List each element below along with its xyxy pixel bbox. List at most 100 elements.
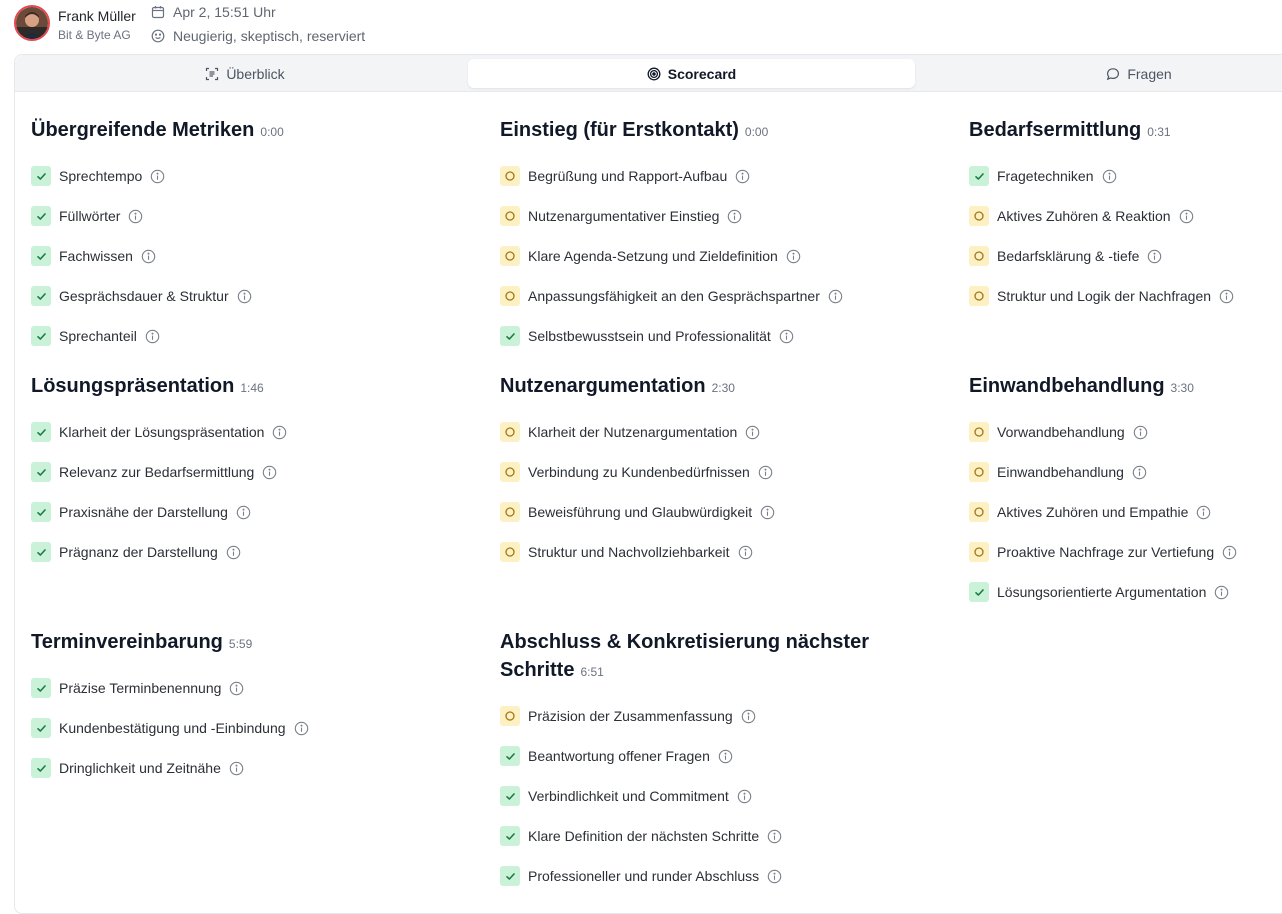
- check-icon: [31, 718, 51, 738]
- criterion-item: Beantwortung offener Fragen: [500, 736, 870, 776]
- info-icon[interactable]: [1222, 545, 1237, 560]
- section-title: Abschluss & Konkretisierung nächster Sch…: [500, 628, 870, 686]
- info-icon[interactable]: [718, 749, 733, 764]
- criterion-label: Struktur und Logik der Nachfragen: [997, 288, 1212, 304]
- info-icon[interactable]: [738, 545, 753, 560]
- section-title-text: Einstieg (für Erstkontakt): [500, 119, 739, 141]
- section-timestamp[interactable]: 5:59: [229, 637, 252, 651]
- criteria-list: Präzision der Zusammenfassung Beantwortun…: [500, 696, 870, 896]
- info-icon[interactable]: [786, 249, 801, 264]
- info-icon[interactable]: [294, 721, 309, 736]
- info-icon[interactable]: [272, 425, 287, 440]
- info-icon[interactable]: [767, 829, 782, 844]
- info-icon[interactable]: [237, 289, 252, 304]
- criterion-item: Klarheit der Lösungspräsentation: [31, 412, 461, 452]
- section-title-text: Lösungspräsentation: [31, 375, 235, 397]
- criterion-item: Einwandbehandlung: [969, 452, 1279, 492]
- info-icon[interactable]: [226, 545, 241, 560]
- criterion-label: Verbindlichkeit und Commitment: [528, 788, 729, 804]
- criterion-item: Fragetechniken: [969, 156, 1279, 196]
- scorecard-section: Abschluss & Konkretisierung nächster Sch…: [500, 628, 870, 896]
- criterion-item: Fachwissen: [31, 236, 461, 276]
- avatar[interactable]: [14, 5, 50, 41]
- section-title-text: Übergreifende Metriken: [31, 119, 255, 141]
- info-icon[interactable]: [828, 289, 843, 304]
- criterion-item: Bedarfsklärung & -tiefe: [969, 236, 1279, 276]
- criterion-item: Proaktive Nachfrage zur Vertiefung: [969, 532, 1279, 572]
- pending-circle-icon: [969, 286, 989, 306]
- info-icon[interactable]: [128, 209, 143, 224]
- pending-circle-icon: [500, 502, 520, 522]
- info-icon[interactable]: [141, 249, 156, 264]
- section-title-text: Abschluss & Konkretisierung nächster Sch…: [500, 631, 869, 681]
- section-timestamp[interactable]: 1:46: [240, 381, 263, 395]
- info-icon[interactable]: [150, 169, 165, 184]
- info-icon[interactable]: [145, 329, 160, 344]
- info-icon[interactable]: [745, 425, 760, 440]
- pending-circle-icon: [500, 206, 520, 226]
- criterion-item: Kundenbestätigung und -Einbindung: [31, 708, 461, 748]
- info-icon[interactable]: [737, 789, 752, 804]
- tab-scorecard[interactable]: Scorecard: [468, 59, 915, 88]
- info-icon[interactable]: [741, 709, 756, 724]
- info-icon[interactable]: [760, 505, 775, 520]
- pending-circle-icon: [969, 542, 989, 562]
- info-icon[interactable]: [1133, 425, 1148, 440]
- criterion-label: Aktives Zuhören & Reaktion: [997, 208, 1171, 224]
- check-icon: [31, 678, 51, 698]
- check-icon: [31, 326, 51, 346]
- contact-name: Frank Müller: [58, 8, 136, 24]
- section-title: Terminvereinbarung 5:59: [31, 628, 461, 658]
- criteria-list: Klarheit der Lösungspräsentation Relevanz…: [31, 412, 461, 572]
- info-icon[interactable]: [1132, 465, 1147, 480]
- info-icon[interactable]: [1147, 249, 1162, 264]
- info-icon[interactable]: [727, 209, 742, 224]
- tab-questions[interactable]: Fragen: [917, 59, 1282, 88]
- info-icon[interactable]: [229, 761, 244, 776]
- info-icon[interactable]: [1214, 585, 1229, 600]
- info-icon[interactable]: [229, 681, 244, 696]
- info-icon[interactable]: [767, 869, 782, 884]
- section-timestamp[interactable]: 0:31: [1147, 125, 1170, 139]
- info-icon[interactable]: [1102, 169, 1117, 184]
- call-date: Apr 2, 15:51 Uhr: [151, 4, 276, 20]
- section-timestamp[interactable]: 0:00: [260, 125, 283, 139]
- section-timestamp[interactable]: 3:30: [1171, 381, 1194, 395]
- section-timestamp[interactable]: 0:00: [745, 125, 768, 139]
- criterion-label: Aktives Zuhören und Empathie: [997, 504, 1189, 520]
- info-icon[interactable]: [779, 329, 794, 344]
- criterion-item: Struktur und Nachvollziehbarkeit: [500, 532, 930, 572]
- check-icon: [31, 462, 51, 482]
- criterion-label: Vorwandbehandlung: [997, 424, 1125, 440]
- info-icon[interactable]: [735, 169, 750, 184]
- info-icon[interactable]: [262, 465, 277, 480]
- pending-circle-icon: [969, 246, 989, 266]
- criterion-label: Praxisnähe der Darstellung: [59, 504, 228, 520]
- tab-scorecard-label: Scorecard: [667, 65, 737, 82]
- info-icon[interactable]: [236, 505, 251, 520]
- avatar-image: [16, 7, 48, 39]
- info-icon[interactable]: [1179, 209, 1194, 224]
- info-icon[interactable]: [1219, 289, 1234, 304]
- tab-overview[interactable]: Überblick: [23, 59, 467, 88]
- criterion-item: Relevanz zur Bedarfsermittlung: [31, 452, 461, 492]
- check-icon: [31, 286, 51, 306]
- section-timestamp[interactable]: 6:51: [580, 665, 603, 679]
- section-title: Bedarfsermittlung 0:31: [969, 116, 1279, 146]
- scorecard-section: Nutzenargumentation 2:30 Klarheit der Nutz…: [500, 372, 930, 572]
- chat-bubble-icon: [1106, 67, 1120, 81]
- criterion-label: Professioneller und runder Abschluss: [528, 868, 760, 884]
- smiley-icon: [151, 29, 165, 43]
- section-title: Nutzenargumentation 2:30: [500, 372, 930, 402]
- info-icon[interactable]: [758, 465, 773, 480]
- section-title: Einstieg (für Erstkontakt) 0:00: [500, 116, 930, 146]
- criterion-label: Selbstbewusstsein und Professionalität: [528, 328, 771, 344]
- info-icon[interactable]: [1196, 505, 1211, 520]
- criterion-label: Sprechtempo: [59, 168, 143, 184]
- scorecard-section: Terminvereinbarung 5:59 Präzise Terminbene…: [31, 628, 461, 788]
- section-timestamp[interactable]: 2:30: [712, 381, 735, 395]
- criteria-list: Begrüßung und Rapport-Aufbau Nutzenargume…: [500, 156, 930, 356]
- scorecard-section: Einstieg (für Erstkontakt) 0:00 Begrüßung …: [500, 116, 930, 356]
- check-icon: [31, 206, 51, 226]
- criterion-label: Sprechanteil: [59, 328, 137, 344]
